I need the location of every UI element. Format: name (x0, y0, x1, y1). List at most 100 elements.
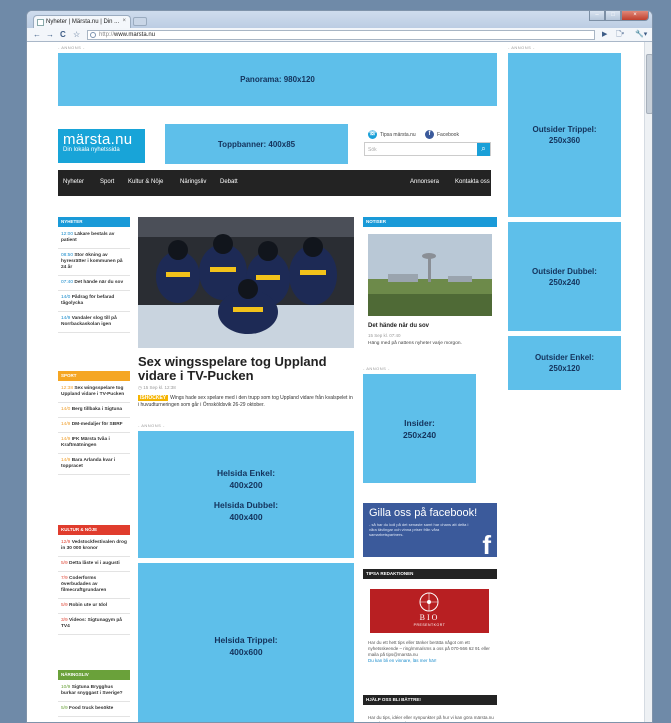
tipsa-link[interactable]: ☏ Tipsa märsta.nu (368, 130, 416, 139)
outsider-trippel-ad[interactable]: Outsider Trippel: 250x360 (508, 53, 621, 217)
tools-menu-icon[interactable]: 🔧▾ (635, 30, 647, 38)
menu-item-sport[interactable]: Sport (100, 179, 114, 185)
maximize-button[interactable]: □ (605, 11, 621, 21)
list-item[interactable]: 14/0 Pådrag för befarad tågolycka (58, 291, 130, 312)
list-item[interactable]: 08:50 Stor ökning av hyresrätter i kommu… (58, 249, 130, 276)
helsida-enkel-dubbel-ad[interactable]: Helsida Enkel: 400x200 Helsida Dubbel: 4… (138, 431, 354, 558)
list-item[interactable]: 12:38 Sex wingsspelare tog Uppland vidar… (58, 382, 130, 403)
article-meta: ◷ 15 Sep kl. 12:38 (138, 385, 176, 390)
article-photo[interactable] (138, 217, 354, 348)
forward-icon[interactable]: → (46, 30, 54, 39)
menu-item-kontakta[interactable]: Kontakta oss (455, 179, 490, 185)
facebook-icon: f (425, 130, 434, 139)
list-item[interactable]: 5/9 Detta låste vi i augusti (58, 557, 130, 572)
address-bar[interactable]: http://www.marsta.nu (87, 30, 595, 40)
logo-name: märsta.nu (63, 131, 133, 148)
list-item[interactable]: 14/0 Berg tillbaka i Sigtuna (58, 403, 130, 418)
list-item[interactable]: 12/9 Vedstockfestivalen drog in 30 000 k… (58, 536, 130, 557)
menu-item-naringsliv[interactable]: Näringsliv (180, 179, 206, 185)
scrollbar-thumb[interactable] (646, 54, 652, 114)
ad-label: - ANNONS - (363, 366, 390, 371)
facebook-promo-heading: Gilla oss på facebook! (369, 507, 478, 519)
article-headline[interactable]: Sex wingsspelare tog Uppland vidare i TV… (138, 355, 354, 383)
site-logo[interactable]: märsta.nu Din lokala nyhetssida (58, 129, 145, 163)
bio-label: BIO (419, 613, 440, 622)
list-item[interactable]: 14/9 Vandaler slog till på Norrbackaskol… (58, 312, 130, 333)
section-header-kultur[interactable]: KULTUR & NÖJE (58, 525, 130, 535)
list-item[interactable]: 10/9 Sigtuna Brygghus burkar snyggast i … (58, 681, 130, 702)
list-item[interactable]: 12:00 Läkare bestals av patient (58, 228, 130, 249)
helsida-trippel-ad[interactable]: Helsida Trippel: 400x600 (138, 563, 354, 722)
new-tab-button[interactable] (133, 17, 147, 26)
menu-item-debatt[interactable]: Debatt (220, 179, 238, 185)
play-icon[interactable]: ▶ (602, 30, 607, 38)
reload-icon[interactable]: C (60, 30, 66, 39)
facebook-label: Facebook (437, 131, 459, 138)
ad-line: 250x240 (548, 277, 581, 287)
news-list-naringsliv: 10/9 Sigtuna Brygghus burkar snyggast i … (58, 681, 130, 717)
globe-icon (90, 32, 96, 38)
search-icon[interactable]: ⌕ (477, 143, 490, 156)
ad-line: 400x600 (229, 646, 263, 657)
menu-item-nyheter[interactable]: Nyheter (63, 179, 84, 185)
main-menu: Nyheter Sport Kultur & Nöje Näringsliv D… (58, 170, 491, 196)
category-badge[interactable]: ISHOCKEY (138, 395, 169, 401)
list-item[interactable]: 14/9 IFK Märsta tvåa i Kraftmätningen (58, 433, 130, 454)
hjalp-text: Har du tips, idéer eller synpunkter på h… (368, 715, 494, 722)
menu-item-kultur[interactable]: Kultur & Nöje (128, 179, 163, 185)
news-list-nyheter: 12:00 Läkare bestals av patient 08:50 St… (58, 228, 130, 333)
menu-item-annonsera[interactable]: Annonsera (410, 179, 439, 185)
list-item[interactable]: 5/9 Food truck besökte (58, 702, 130, 717)
tipsa-read-more-link[interactable]: Du kan bli en vinnare, läs mer här! (368, 658, 494, 664)
list-item[interactable]: 14/9 Bara Arlanda kvar i toppracet (58, 454, 130, 475)
list-item[interactable]: 3/9 Videos: Sigtunagym på TV4 (58, 614, 130, 635)
tipsa-text: Har du ett hett tips eller tänker berätt… (368, 640, 494, 664)
list-item[interactable]: 7/9 Coderforms överbudades av filmecraft… (58, 572, 130, 599)
bio-giftcard-image[interactable]: BIO PRESENTKORT (370, 589, 489, 633)
browser-tab[interactable]: Nyheter | Märsta.nu | Din ... × (33, 15, 131, 28)
browser-window: Nyheter | Märsta.nu | Din ... × – □ × ← … (26, 10, 653, 723)
ad-label: - ANNONS - (508, 45, 535, 50)
star-icon[interactable]: ☆ (73, 30, 80, 39)
section-header-sport[interactable]: SPORT (58, 371, 130, 381)
notis-text: Häng med på nattens nyheter varje morgon… (368, 341, 462, 346)
tab-close-icon[interactable]: × (122, 18, 126, 24)
section-header-hjalp[interactable]: HJÄLP OSS BLI BÄTTRE! (363, 695, 497, 705)
list-item[interactable]: 07:40 Det hände när du sov (58, 276, 130, 291)
ad-label: - ANNONS - (138, 423, 165, 428)
notiser-photo[interactable] (368, 234, 492, 316)
window-controls: – □ × (589, 11, 649, 21)
back-icon[interactable]: ← (33, 30, 41, 39)
ad-line: Outsider Enkel: (534, 353, 595, 362)
page-menu-icon[interactable]: 🗋▾ (616, 30, 624, 41)
section-header-notiser[interactable]: NOTISER (363, 217, 497, 227)
notis-title[interactable]: Det hände när du sov (368, 323, 429, 329)
notis-date: 15 Sep kl. 07:40 (368, 333, 401, 338)
article-date: 15 Sep kl. 12:38 (143, 385, 176, 390)
search-input[interactable]: Sök ⌕ (364, 142, 491, 156)
list-item[interactable]: 5/9 Robin ute ur Idol (58, 599, 130, 614)
minimize-button[interactable]: – (589, 11, 605, 21)
bio-sub-label: PRESENTKORT (413, 623, 446, 627)
page-scrollbar[interactable] (644, 42, 652, 722)
ad-line: Helsida Enkel: (216, 467, 276, 478)
panorama-ad-label: Panorama: 980x120 (240, 75, 315, 84)
url-host: www.marsta.nu (114, 32, 156, 38)
facebook-promo[interactable]: Gilla oss på facebook! - så har du koll … (363, 503, 497, 560)
section-header-tipsa[interactable]: TIPSA REDAKTIONEN (363, 569, 497, 579)
ad-line: Outsider Trippel: (532, 125, 597, 134)
list-item[interactable]: 14/9 DM-medaljer för SBRF (58, 418, 130, 433)
ad-label: - ANNONS - (58, 45, 85, 50)
section-header-nyheter[interactable]: NYHETER (58, 217, 130, 227)
outsider-enkel-ad[interactable]: Outsider Enkel: 250x120 (508, 336, 621, 390)
tab-title: Nyheter | Märsta.nu | Din ... (46, 19, 120, 25)
close-button[interactable]: × (621, 11, 649, 21)
section-header-naringsliv[interactable]: NÄRINGSLIV (58, 670, 130, 680)
outsider-dubbel-ad[interactable]: Outsider Dubbel: 250x240 (508, 222, 621, 331)
ad-line: 400x200 (229, 479, 263, 490)
facebook-link[interactable]: f Facebook (425, 130, 459, 139)
toppbanner-ad[interactable]: Toppbanner: 400x85 (165, 124, 348, 164)
page-viewport: - ANNONS - Panorama: 980x120 - ANNONS - … (27, 42, 652, 722)
insider-ad[interactable]: Insider: 250x240 (363, 374, 476, 483)
panorama-ad[interactable]: Panorama: 980x120 (58, 53, 497, 106)
